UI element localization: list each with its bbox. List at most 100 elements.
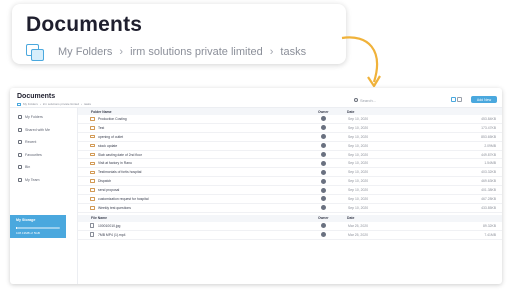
item-name: customization request for hospital (98, 196, 149, 201)
copy-icon[interactable] (17, 102, 21, 106)
storage-panel[interactable]: My Storage 108.13MB of 5GB (10, 215, 66, 238)
col-file-name[interactable]: File Name (91, 216, 107, 220)
star-icon (18, 152, 22, 157)
item-name: opening of outlet (98, 134, 124, 139)
item-size: 1.54MB (484, 161, 496, 166)
folder-icon (90, 126, 95, 130)
item-date: Sep 10, 2020 (348, 143, 369, 148)
col-folder-name[interactable]: Folder Name (91, 110, 112, 114)
item-size: 467.28KB (481, 196, 496, 201)
folder-rows: Production Costing Sep 10, 2020 453.84KB Te… (78, 115, 502, 213)
video-file-icon (90, 232, 94, 237)
table-row[interactable]: Testimonials of fortis hospital Sep 10, 2… (78, 168, 502, 178)
trash-icon (18, 165, 22, 170)
owner-avatar-icon (321, 205, 326, 211)
breadcrumb: My Folders › irm solutions private limit… (17, 102, 91, 106)
table-row[interactable]: send proposal Sep 10, 2020 401.38KB (78, 186, 502, 196)
folder-icon (90, 179, 95, 183)
item-size: 449.87KB (481, 152, 496, 157)
sidebar-item-my-folders[interactable]: My Folders (10, 111, 77, 124)
breadcrumb-company[interactable]: irm solutions private limited (43, 102, 79, 106)
item-date: Sep 10, 2020 (348, 161, 369, 166)
callout-breadcrumb: My Folders › irm solutions private limit… (26, 44, 332, 61)
folder-icon (90, 134, 95, 139)
col-owner[interactable]: Owner (318, 110, 329, 114)
table-row[interactable]: Weekly test questions Sep 10, 2020 433.85K… (78, 204, 502, 213)
callout-title: Documents (26, 13, 143, 36)
folder-icon (90, 206, 95, 210)
owner-avatar-icon (321, 134, 326, 140)
storage-label: My Storage (16, 218, 36, 222)
page-title: Documents (17, 93, 56, 100)
item-date: Sep 10, 2020 (348, 179, 369, 184)
item-name: Testimonials of fortis hospital (98, 170, 142, 175)
file-table-header: File Name Owner Date (78, 214, 502, 222)
owner-avatar-icon (321, 187, 326, 193)
chevron-right-icon: › (81, 102, 83, 106)
sidebar-item-favourites[interactable]: Favourites (10, 149, 77, 162)
sidebar-item-label: Favourites (25, 152, 42, 157)
sidebar-item-label: Bin (25, 165, 31, 170)
sidebar: My Folders Shared with Me Recent Favouri… (10, 108, 78, 284)
item-size: 173.47KB (481, 125, 496, 130)
table-row[interactable]: Test Sep 10, 2020 173.47KB (78, 124, 502, 133)
col-owner[interactable]: Owner (318, 216, 329, 220)
item-name: stock update (98, 143, 118, 148)
chevron-right-icon: › (39, 102, 41, 106)
add-new-button[interactable]: Add New (471, 96, 497, 103)
item-date: Sep 10, 2020 (348, 205, 369, 210)
search-input[interactable]: Search... (354, 96, 432, 104)
owner-avatar-icon (321, 125, 326, 131)
copy-icon[interactable] (26, 44, 44, 61)
item-name: Visit at factory in Ranu (98, 161, 132, 166)
owner-avatar-icon (321, 152, 326, 157)
callout-arrow (341, 36, 381, 88)
item-date: Mar 25, 2020 (348, 223, 368, 228)
sidebar-item-recent[interactable]: Recent (10, 136, 77, 149)
table-row[interactable]: Production Costing Sep 10, 2020 453.84KB (78, 115, 502, 124)
folder-table-header: Folder Name Owner Date (78, 108, 502, 115)
item-size: 403.32KB (481, 170, 496, 175)
search-placeholder: Search... (360, 97, 377, 103)
sidebar-item-shared[interactable]: Shared with Me (10, 124, 77, 137)
item-size: 89.32KB (482, 223, 496, 228)
breadcrumb-company[interactable]: irm solutions private limited (130, 46, 263, 58)
item-date: Sep 10, 2020 (348, 188, 369, 193)
item-name: Dispatch (98, 179, 112, 184)
owner-avatar-icon (321, 232, 326, 238)
table-row[interactable]: stock update Sep 10, 2020 2.09MB (78, 142, 502, 151)
breadcrumb-tasks[interactable]: tasks (280, 46, 306, 58)
folder-icon (18, 115, 22, 120)
folder-icon (90, 117, 95, 121)
sidebar-item-bin[interactable]: Bin (10, 161, 77, 174)
table-row[interactable]: 7MB MP4 (1).mp4 Mar 25, 2020 7.41MB (78, 231, 502, 240)
table-row[interactable]: Slab casting date of 2nd floor Sep 10, 20… (78, 151, 502, 160)
item-name: 7MB MP4 (1).mp4 (98, 232, 126, 237)
grid-view-icon[interactable] (457, 97, 462, 102)
item-size: 453.84KB (481, 116, 496, 121)
item-size: 469.63KB (481, 179, 496, 184)
list-view-icon[interactable] (451, 97, 456, 102)
table-row[interactable]: Dispatch Sep 10, 2020 469.63KB (78, 177, 502, 187)
item-date: Sep 10, 2020 (348, 116, 369, 121)
folder-icon (90, 161, 95, 166)
item-date: Sep 10, 2020 (348, 134, 369, 139)
col-date[interactable]: Date (347, 216, 354, 220)
file-list: Folder Name Owner Date Production Costin… (78, 108, 502, 284)
sidebar-item-my-team[interactable]: My Team (10, 174, 77, 187)
col-date[interactable]: Date (347, 110, 354, 114)
breadcrumb-my-folders[interactable]: My Folders (23, 102, 38, 106)
table-row[interactable]: Visit at factory in Ranu Sep 10, 2020 1.54… (78, 159, 502, 169)
breadcrumb-tasks[interactable]: tasks (84, 102, 91, 106)
owner-avatar-icon (321, 223, 326, 229)
storage-bar (16, 227, 60, 229)
item-date: Sep 10, 2020 (348, 196, 369, 201)
item-date: Sep 10, 2020 (348, 152, 369, 157)
owner-avatar-icon (321, 160, 326, 166)
table-row[interactable]: 100010010.jpg Mar 25, 2020 89.32KB (78, 222, 502, 231)
table-row[interactable]: opening of outlet Sep 10, 2020 853.65KB (78, 133, 502, 142)
sidebar-item-label: My Folders (25, 115, 43, 120)
breadcrumb-my-folders[interactable]: My Folders (58, 46, 112, 58)
item-name: Slab casting date of 2nd floor (98, 152, 142, 157)
table-row[interactable]: customization request for hospital Sep 10… (78, 195, 502, 204)
